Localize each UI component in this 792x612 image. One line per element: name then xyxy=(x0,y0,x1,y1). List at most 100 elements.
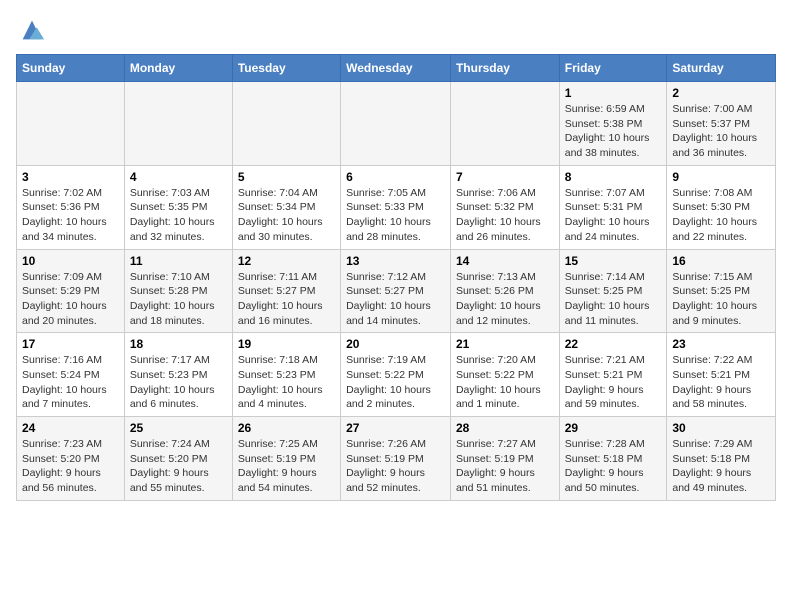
day-number: 4 xyxy=(130,170,227,184)
day-info: Sunrise: 7:03 AM Sunset: 5:35 PM Dayligh… xyxy=(130,186,227,245)
day-info: Sunrise: 7:10 AM Sunset: 5:28 PM Dayligh… xyxy=(130,270,227,329)
weekday-header-friday: Friday xyxy=(559,55,667,82)
day-number: 10 xyxy=(22,254,119,268)
day-number: 14 xyxy=(456,254,554,268)
day-number: 19 xyxy=(238,337,335,351)
day-info: Sunrise: 7:11 AM Sunset: 5:27 PM Dayligh… xyxy=(238,270,335,329)
day-info: Sunrise: 7:28 AM Sunset: 5:18 PM Dayligh… xyxy=(565,437,662,496)
calendar-cell: 22 Sunrise: 7:21 AM Sunset: 5:21 PM Dayli… xyxy=(559,333,667,417)
calendar-cell: 10 Sunrise: 7:09 AM Sunset: 5:29 PM Dayli… xyxy=(17,249,125,333)
calendar-cell: 21 Sunrise: 7:20 AM Sunset: 5:22 PM Dayli… xyxy=(450,333,559,417)
calendar-cell: 30 Sunrise: 7:29 AM Sunset: 5:18 PM Dayli… xyxy=(667,417,776,501)
weekday-header-monday: Monday xyxy=(124,55,232,82)
calendar-cell: 9 Sunrise: 7:08 AM Sunset: 5:30 PM Daylig… xyxy=(667,165,776,249)
day-number: 28 xyxy=(456,421,554,435)
day-number: 23 xyxy=(672,337,770,351)
day-info: Sunrise: 7:21 AM Sunset: 5:21 PM Dayligh… xyxy=(565,353,662,412)
calendar-row-3: 17 Sunrise: 7:16 AM Sunset: 5:24 PM Dayli… xyxy=(17,333,776,417)
calendar-cell: 23 Sunrise: 7:22 AM Sunset: 5:21 PM Dayli… xyxy=(667,333,776,417)
calendar-cell: 26 Sunrise: 7:25 AM Sunset: 5:19 PM Dayli… xyxy=(232,417,340,501)
calendar-cell: 11 Sunrise: 7:10 AM Sunset: 5:28 PM Dayli… xyxy=(124,249,232,333)
calendar-cell: 27 Sunrise: 7:26 AM Sunset: 5:19 PM Dayli… xyxy=(341,417,451,501)
calendar-cell: 25 Sunrise: 7:24 AM Sunset: 5:20 PM Dayli… xyxy=(124,417,232,501)
calendar-cell xyxy=(232,82,340,166)
calendar-cell xyxy=(124,82,232,166)
day-number: 11 xyxy=(130,254,227,268)
day-info: Sunrise: 7:16 AM Sunset: 5:24 PM Dayligh… xyxy=(22,353,119,412)
calendar-cell: 19 Sunrise: 7:18 AM Sunset: 5:23 PM Dayli… xyxy=(232,333,340,417)
day-info: Sunrise: 7:02 AM Sunset: 5:36 PM Dayligh… xyxy=(22,186,119,245)
day-info: Sunrise: 7:24 AM Sunset: 5:20 PM Dayligh… xyxy=(130,437,227,496)
day-info: Sunrise: 7:09 AM Sunset: 5:29 PM Dayligh… xyxy=(22,270,119,329)
calendar-row-0: 1 Sunrise: 6:59 AM Sunset: 5:38 PM Daylig… xyxy=(17,82,776,166)
calendar-row-4: 24Sunrise: 7:23 AM Sunset: 5:20 PM Dayli… xyxy=(17,417,776,501)
day-number: 21 xyxy=(456,337,554,351)
day-number: 6 xyxy=(346,170,445,184)
day-info: Sunrise: 7:26 AM Sunset: 5:19 PM Dayligh… xyxy=(346,437,445,496)
calendar-cell xyxy=(450,82,559,166)
day-number: 18 xyxy=(130,337,227,351)
calendar-cell xyxy=(341,82,451,166)
day-number: 27 xyxy=(346,421,445,435)
day-info: Sunrise: 7:00 AM Sunset: 5:37 PM Dayligh… xyxy=(672,102,770,161)
calendar-cell: 6 Sunrise: 7:05 AM Sunset: 5:33 PM Daylig… xyxy=(341,165,451,249)
day-number: 13 xyxy=(346,254,445,268)
day-info: Sunrise: 7:15 AM Sunset: 5:25 PM Dayligh… xyxy=(672,270,770,329)
calendar-row-2: 10 Sunrise: 7:09 AM Sunset: 5:29 PM Dayli… xyxy=(17,249,776,333)
page-header xyxy=(16,16,776,44)
day-info: Sunrise: 7:18 AM Sunset: 5:23 PM Dayligh… xyxy=(238,353,335,412)
day-number: 17 xyxy=(22,337,119,351)
day-number: 15 xyxy=(565,254,662,268)
calendar-cell: 4 Sunrise: 7:03 AM Sunset: 5:35 PM Daylig… xyxy=(124,165,232,249)
day-number: 16 xyxy=(672,254,770,268)
logo-icon xyxy=(18,16,46,44)
day-info: Sunrise: 7:19 AM Sunset: 5:22 PM Dayligh… xyxy=(346,353,445,412)
day-number: 29 xyxy=(565,421,662,435)
calendar-cell: 7 Sunrise: 7:06 AM Sunset: 5:32 PM Daylig… xyxy=(450,165,559,249)
day-number: 8 xyxy=(565,170,662,184)
calendar-cell: 24Sunrise: 7:23 AM Sunset: 5:20 PM Dayli… xyxy=(17,417,125,501)
calendar-cell: 18Sunrise: 7:17 AM Sunset: 5:23 PM Dayli… xyxy=(124,333,232,417)
day-info: Sunrise: 7:14 AM Sunset: 5:25 PM Dayligh… xyxy=(565,270,662,329)
day-info: Sunrise: 7:22 AM Sunset: 5:21 PM Dayligh… xyxy=(672,353,770,412)
day-info: Sunrise: 7:04 AM Sunset: 5:34 PM Dayligh… xyxy=(238,186,335,245)
day-number: 7 xyxy=(456,170,554,184)
calendar-cell: 15 Sunrise: 7:14 AM Sunset: 5:25 PM Dayli… xyxy=(559,249,667,333)
calendar-cell: 14 Sunrise: 7:13 AM Sunset: 5:26 PM Dayli… xyxy=(450,249,559,333)
day-number: 22 xyxy=(565,337,662,351)
calendar-cell: 20Sunrise: 7:19 AM Sunset: 5:22 PM Dayli… xyxy=(341,333,451,417)
calendar-row-1: 3 Sunrise: 7:02 AM Sunset: 5:36 PM Daylig… xyxy=(17,165,776,249)
day-info: Sunrise: 7:06 AM Sunset: 5:32 PM Dayligh… xyxy=(456,186,554,245)
day-info: Sunrise: 7:20 AM Sunset: 5:22 PM Dayligh… xyxy=(456,353,554,412)
calendar-cell: 16 Sunrise: 7:15 AM Sunset: 5:25 PM Dayli… xyxy=(667,249,776,333)
calendar-cell: 13Sunrise: 7:12 AM Sunset: 5:27 PM Dayli… xyxy=(341,249,451,333)
calendar-cell: 12 Sunrise: 7:11 AM Sunset: 5:27 PM Dayli… xyxy=(232,249,340,333)
calendar-cell: 8Sunrise: 7:07 AM Sunset: 5:31 PM Daylig… xyxy=(559,165,667,249)
calendar-cell: 17 Sunrise: 7:16 AM Sunset: 5:24 PM Dayli… xyxy=(17,333,125,417)
weekday-header-wednesday: Wednesday xyxy=(341,55,451,82)
calendar-cell: 1 Sunrise: 6:59 AM Sunset: 5:38 PM Daylig… xyxy=(559,82,667,166)
day-info: Sunrise: 7:13 AM Sunset: 5:26 PM Dayligh… xyxy=(456,270,554,329)
day-number: 9 xyxy=(672,170,770,184)
day-info: Sunrise: 7:25 AM Sunset: 5:19 PM Dayligh… xyxy=(238,437,335,496)
day-number: 26 xyxy=(238,421,335,435)
day-info: Sunrise: 7:29 AM Sunset: 5:18 PM Dayligh… xyxy=(672,437,770,496)
day-number: 12 xyxy=(238,254,335,268)
calendar-cell: 3 Sunrise: 7:02 AM Sunset: 5:36 PM Daylig… xyxy=(17,165,125,249)
day-number: 3 xyxy=(22,170,119,184)
day-info: Sunrise: 7:27 AM Sunset: 5:19 PM Dayligh… xyxy=(456,437,554,496)
day-number: 30 xyxy=(672,421,770,435)
day-info: Sunrise: 6:59 AM Sunset: 5:38 PM Dayligh… xyxy=(565,102,662,161)
weekday-header-sunday: Sunday xyxy=(17,55,125,82)
calendar-table: SundayMondayTuesdayWednesdayThursdayFrid… xyxy=(16,54,776,501)
calendar-cell: 5Sunrise: 7:04 AM Sunset: 5:34 PM Daylig… xyxy=(232,165,340,249)
calendar-cell xyxy=(17,82,125,166)
day-info: Sunrise: 7:08 AM Sunset: 5:30 PM Dayligh… xyxy=(672,186,770,245)
day-info: Sunrise: 7:05 AM Sunset: 5:33 PM Dayligh… xyxy=(346,186,445,245)
day-number: 1 xyxy=(565,86,662,100)
day-number: 24 xyxy=(22,421,119,435)
weekday-header-row: SundayMondayTuesdayWednesdayThursdayFrid… xyxy=(17,55,776,82)
day-number: 25 xyxy=(130,421,227,435)
weekday-header-thursday: Thursday xyxy=(450,55,559,82)
calendar-cell: 29 Sunrise: 7:28 AM Sunset: 5:18 PM Dayli… xyxy=(559,417,667,501)
